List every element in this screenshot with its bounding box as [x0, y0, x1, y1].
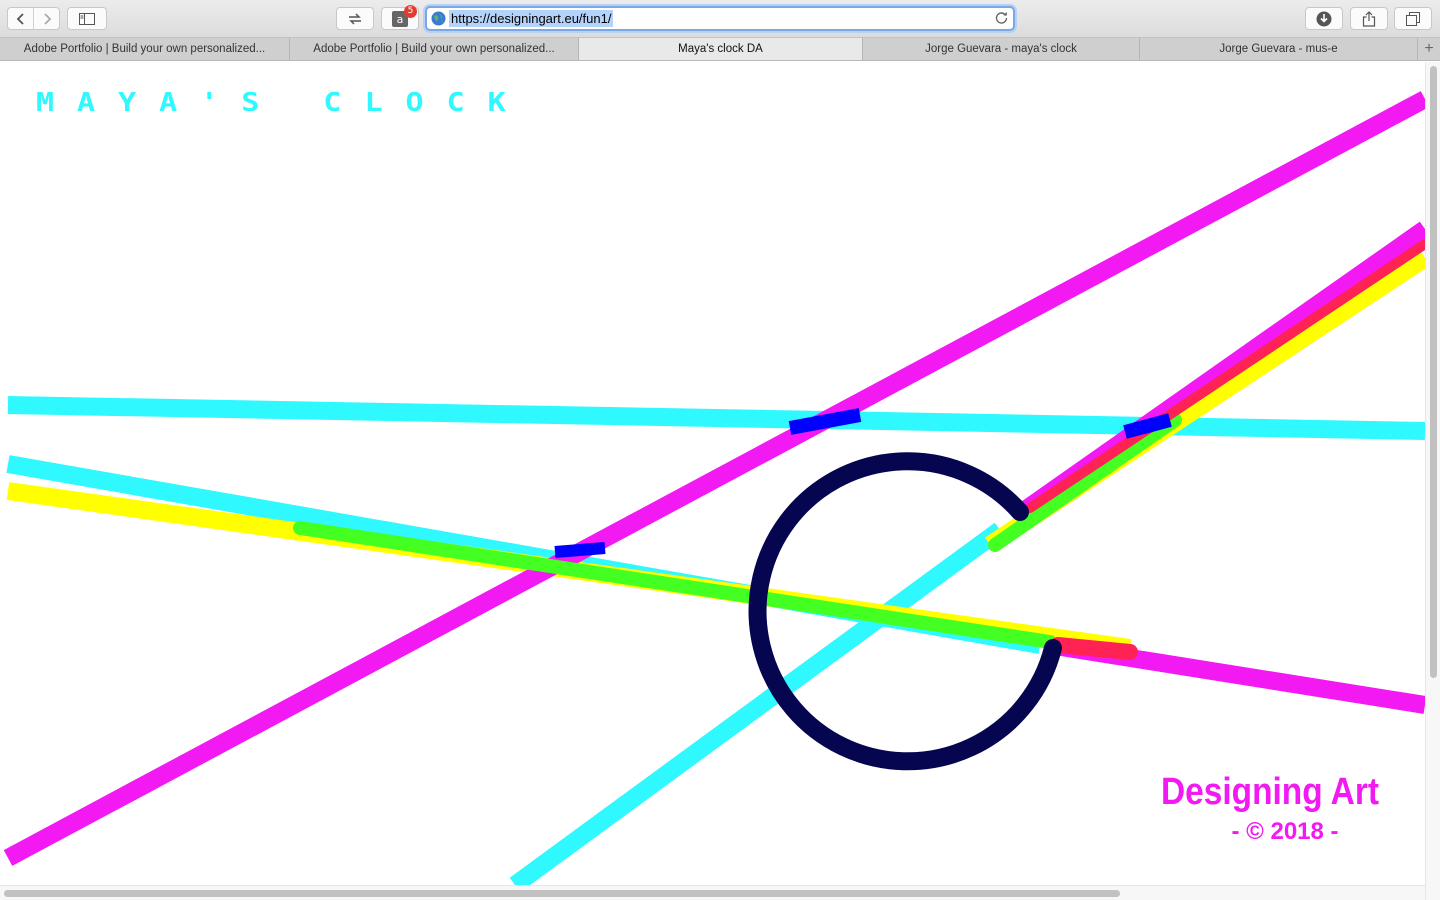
- svg-text:a: a: [397, 13, 404, 26]
- page-title: MAYA'S CLOCK: [36, 88, 529, 118]
- back-button[interactable]: [8, 8, 33, 29]
- download-icon: [1316, 11, 1332, 26]
- url-text[interactable]: https://designingart.eu/fun1/: [449, 10, 614, 27]
- green-overlap-upper: [988, 413, 1182, 552]
- brand-signature: Designing Art - © 2018 -: [1140, 768, 1400, 848]
- tab-jorge-guevara-mus-e[interactable]: Jorge Guevara - mus-e: [1140, 38, 1418, 60]
- tab-adobe-portfolio-2[interactable]: Adobe Portfolio | Build your own persona…: [290, 38, 579, 60]
- reader-button[interactable]: [336, 7, 374, 30]
- blue-intersection-3: [554, 542, 606, 558]
- address-bar[interactable]: https://designingart.eu/fun1/: [425, 6, 1015, 31]
- tab-adobe-portfolio-1[interactable]: Adobe Portfolio | Build your own persona…: [0, 38, 290, 60]
- horizontal-scrollbar[interactable]: [0, 885, 1425, 900]
- globe-icon: [431, 11, 446, 26]
- clock-artwork: [3, 91, 1425, 885]
- new-tab-button[interactable]: +: [1418, 38, 1440, 60]
- tab-bar: Adobe Portfolio | Build your own persona…: [0, 38, 1440, 61]
- navigation-buttons: [7, 7, 60, 30]
- reload-icon[interactable]: [995, 11, 1008, 24]
- downloads-button[interactable]: [1305, 7, 1343, 30]
- page-viewport: MAYA'S CLOCK Designing Art - © 2018 -: [0, 62, 1440, 900]
- brand-name: Designing Art: [1161, 771, 1379, 813]
- browser-toolbar: a 5 https://designingart.eu/fun1/: [0, 0, 1440, 38]
- horizontal-scroll-thumb[interactable]: [4, 890, 1120, 897]
- sidebar-icon: [79, 12, 95, 25]
- red-overlap-lower: [1050, 637, 1138, 660]
- back-icon: [16, 12, 24, 25]
- tab-mayas-clock[interactable]: Maya's clock DA: [579, 38, 863, 60]
- amazon-extension-button[interactable]: a 5: [381, 5, 419, 30]
- forward-icon: [44, 12, 52, 25]
- vertical-scrollbar[interactable]: [1425, 62, 1440, 900]
- share-icon: [1362, 10, 1376, 27]
- forward-button[interactable]: [33, 8, 59, 29]
- reader-icon: [349, 12, 361, 25]
- amazon-badge: 5: [404, 5, 417, 18]
- tabs-icon: [1406, 11, 1420, 26]
- vertical-scroll-thumb[interactable]: [1430, 66, 1437, 678]
- show-all-tabs-button[interactable]: [1394, 7, 1432, 30]
- share-button[interactable]: [1350, 7, 1388, 30]
- brand-year: - © 2018 -: [1231, 818, 1339, 845]
- sidebar-button[interactable]: [67, 7, 107, 30]
- tab-jorge-guevara-mayas-clock[interactable]: Jorge Guevara - maya's clock: [863, 38, 1140, 60]
